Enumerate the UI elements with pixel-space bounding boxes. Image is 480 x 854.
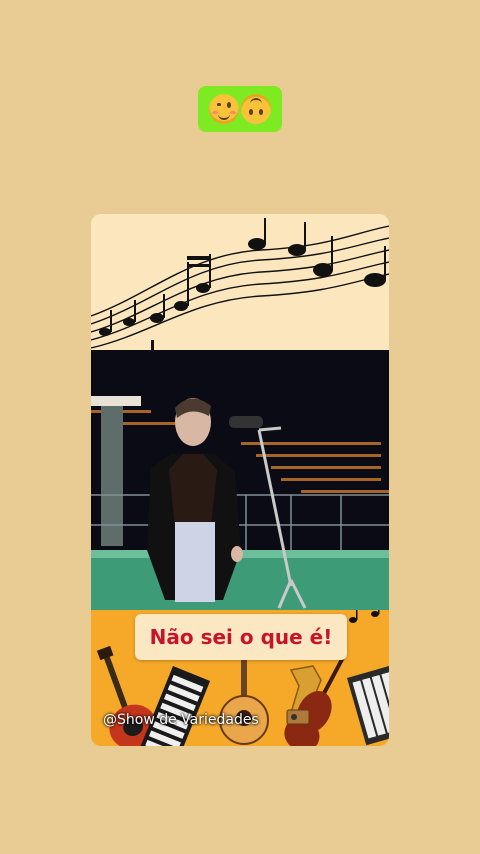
- caption-label: Não sei o que é!: [135, 614, 347, 660]
- music-staff-icon: [91, 218, 389, 350]
- music-notes-header: [91, 214, 389, 350]
- video-player[interactable]: [91, 350, 389, 610]
- video-post-card[interactable]: Não sei o que é! @Show de Variedades: [91, 214, 389, 746]
- face-with-tongue-wink-icon: [209, 94, 239, 124]
- video-frame: [91, 350, 389, 610]
- radio-icon: [286, 709, 310, 725]
- reaction-emoji-badge: [198, 86, 282, 132]
- channel-watermark: @Show de Variedades: [103, 712, 259, 728]
- upside-down-face-icon: [241, 94, 271, 124]
